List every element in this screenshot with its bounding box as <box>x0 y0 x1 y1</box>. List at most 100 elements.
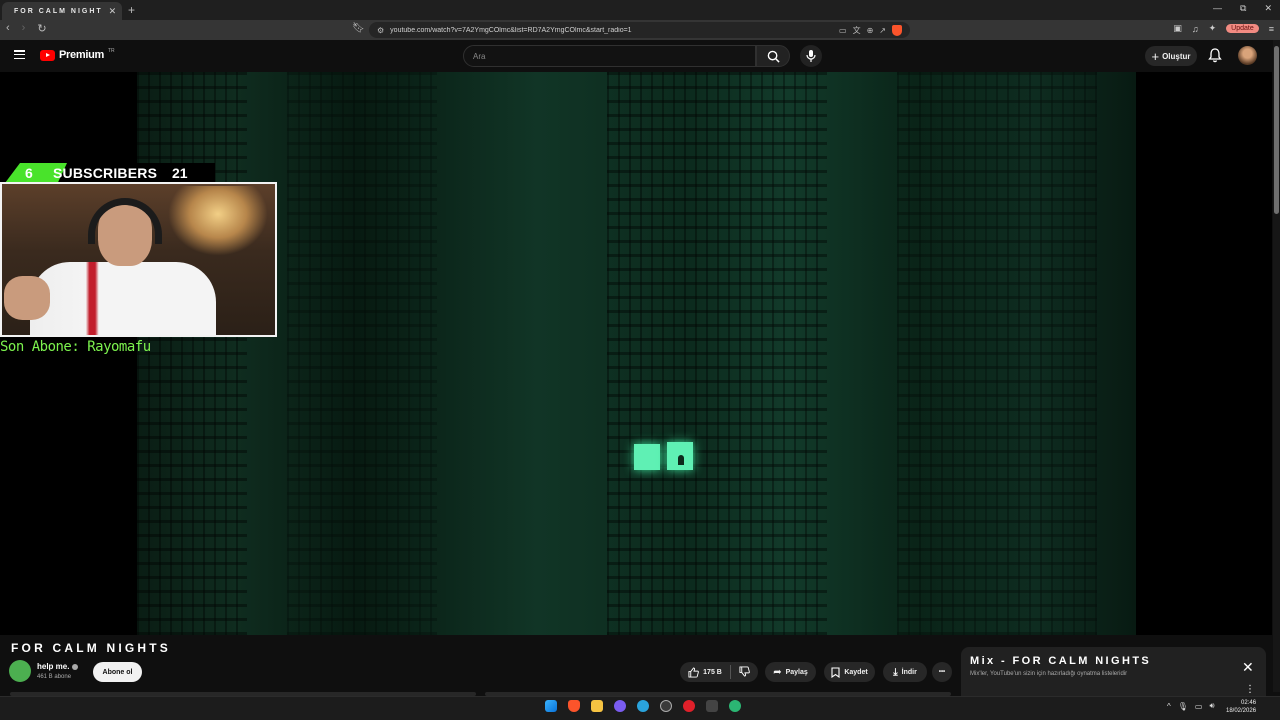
brave-shield-icon[interactable] <box>892 24 902 36</box>
share-button[interactable]: ➦ Paylaş <box>765 662 816 682</box>
mix-title[interactable]: Mix - FOR CALM NIGHTS <box>970 655 1151 667</box>
youtube-logo[interactable]: Premium TR <box>40 48 115 61</box>
subscriber-label: SUBSCRIBERS <box>53 165 158 181</box>
download-icon: ⤓ <box>893 666 898 678</box>
chat-app-icon[interactable] <box>614 700 626 712</box>
mic-tray-icon[interactable]: 🎙︎ <box>1178 702 1188 711</box>
like-button[interactable]: 175 B <box>688 666 722 678</box>
clock-time: 02:46 <box>1241 700 1257 706</box>
dislike-button[interactable] <box>739 665 750 679</box>
forward-icon[interactable]: › <box>22 22 26 35</box>
telegram-icon[interactable] <box>637 700 649 712</box>
building <box>607 72 827 635</box>
microphone-icon <box>806 50 816 62</box>
channel-subscriber-count: 461 B abone <box>37 674 72 680</box>
search-icon <box>767 50 780 63</box>
video-frame[interactable] <box>137 72 1136 635</box>
windows-start-icon[interactable] <box>545 700 557 712</box>
steam-icon[interactable] <box>660 700 672 712</box>
plus-icon: + <box>1151 48 1160 64</box>
taskbar-clock[interactable]: 02:46 18/02/2026 <box>1226 699 1256 715</box>
subscribe-button[interactable]: Abone ol <box>93 662 142 682</box>
opera-icon[interactable] <box>683 700 695 712</box>
browser-menu-icon[interactable]: ≡ <box>1269 24 1274 34</box>
tab-title: FOR CALM NIGHT <box>14 7 103 15</box>
like-count: 175 B <box>703 668 722 676</box>
notifications-button[interactable] <box>1208 48 1222 68</box>
network-icon[interactable]: ▭ <box>1195 702 1203 711</box>
video-player[interactable] <box>0 72 1272 635</box>
create-button[interactable]: + Oluştur <box>1145 46 1197 66</box>
clock-date: 18/02/2026 <box>1226 708 1257 714</box>
bookmark-icon[interactable]: 🔖︎ <box>352 23 365 34</box>
brave-browser-icon[interactable] <box>568 700 580 712</box>
silhouette <box>678 455 684 465</box>
site-info-icon[interactable]: ⚙ <box>377 26 384 35</box>
window-controls: — ⧉ ✕ <box>1213 3 1272 14</box>
mix-close-icon[interactable]: ✕ <box>1242 659 1254 676</box>
minimize-button[interactable]: — <box>1213 3 1222 14</box>
channel-name-text[interactable]: help me. <box>37 662 69 671</box>
subscriber-goal: 21 <box>172 165 188 181</box>
youtube-header: Premium TR Ara + Oluştur <box>0 40 1280 72</box>
taskbar-apps <box>545 700 741 712</box>
account-avatar[interactable] <box>1238 46 1257 65</box>
reload-icon[interactable]: ↻ <box>37 22 46 35</box>
browser-tab[interactable]: FOR CALM NIGHT ✕ <box>2 2 122 20</box>
browser-tab-bar <box>0 0 1280 20</box>
download-button[interactable]: ⤓ İndir <box>883 662 927 682</box>
tab-close-icon[interactable]: ✕ <box>109 6 117 17</box>
update-button[interactable]: Update <box>1226 24 1259 33</box>
video-title: FOR CALM NIGHTS <box>11 641 171 655</box>
volume-icon[interactable]: 🔊︎ <box>1209 701 1214 711</box>
menu-icon[interactable] <box>14 50 25 59</box>
cast-icon[interactable]: ▭ <box>839 26 847 35</box>
address-bar[interactable]: ⚙ youtube.com/watch?v=7A2YmgCOlmc&list=R… <box>369 22 910 38</box>
building <box>287 72 437 635</box>
download-label: İndir <box>901 668 917 676</box>
search-input[interactable]: Ara <box>463 45 756 67</box>
share-icon: ➦ <box>773 666 782 678</box>
bell-icon <box>1208 48 1222 63</box>
logo-text: Premium <box>59 49 104 61</box>
back-icon[interactable]: ‹ <box>6 22 10 35</box>
share-page-icon[interactable]: ↗ <box>879 26 886 35</box>
mix-more-icon[interactable]: ⋮ <box>1245 684 1255 695</box>
last-subscriber-text: Son Abone: Rayomafu <box>0 339 151 355</box>
media-icon[interactable]: ♫ <box>1192 24 1199 34</box>
mix-subtitle: Mix'ler, YouTube'un sizin için hazırladı… <box>970 671 1128 677</box>
channel-avatar[interactable] <box>9 660 31 682</box>
youtube-play-icon <box>40 49 55 61</box>
verified-icon <box>72 663 79 670</box>
new-tab-button[interactable]: + <box>128 3 135 17</box>
tray-expand-icon[interactable]: ^ <box>1167 702 1171 711</box>
webcam-overlay <box>0 182 277 337</box>
subscriber-current: 6 <box>25 165 33 181</box>
save-button[interactable]: Kaydet <box>824 662 875 682</box>
browser-extensions: ▣ ♫ ✦ Update ≡ <box>1173 23 1274 34</box>
create-label: Oluştur <box>1162 51 1191 61</box>
thumbs-down-icon <box>739 665 750 677</box>
streaming-app-icon[interactable] <box>706 700 718 712</box>
logo-country: TR <box>107 48 115 54</box>
translate-icon[interactable]: 文 <box>853 25 861 36</box>
close-window-button[interactable]: ✕ <box>1264 3 1272 14</box>
like-dislike-group: 175 B <box>680 662 758 682</box>
lit-window <box>634 444 660 470</box>
zoom-icon[interactable]: ⊕ <box>867 26 874 35</box>
scrollbar-thumb[interactable] <box>1274 46 1279 214</box>
share-label: Paylaş <box>785 668 808 676</box>
file-explorer-icon[interactable] <box>591 700 603 712</box>
voice-search-button[interactable] <box>800 45 822 67</box>
search-button[interactable] <box>756 45 790 67</box>
url-text: youtube.com/watch?v=7A2YmgCOlmc&list=RD7… <box>390 26 632 34</box>
bookmark-save-icon <box>831 666 840 678</box>
whatsapp-icon[interactable] <box>729 700 741 712</box>
nav-buttons: ‹ › ↻ <box>6 22 47 35</box>
sidebar-icon[interactable]: ▣ <box>1173 23 1182 34</box>
maximize-button[interactable]: ⧉ <box>1240 3 1246 14</box>
channel-name[interactable]: help me. <box>37 662 79 671</box>
thumbs-up-icon <box>688 666 700 678</box>
extensions-icon[interactable]: ✦ <box>1209 23 1217 34</box>
more-actions-button[interactable]: ••• <box>932 662 952 682</box>
